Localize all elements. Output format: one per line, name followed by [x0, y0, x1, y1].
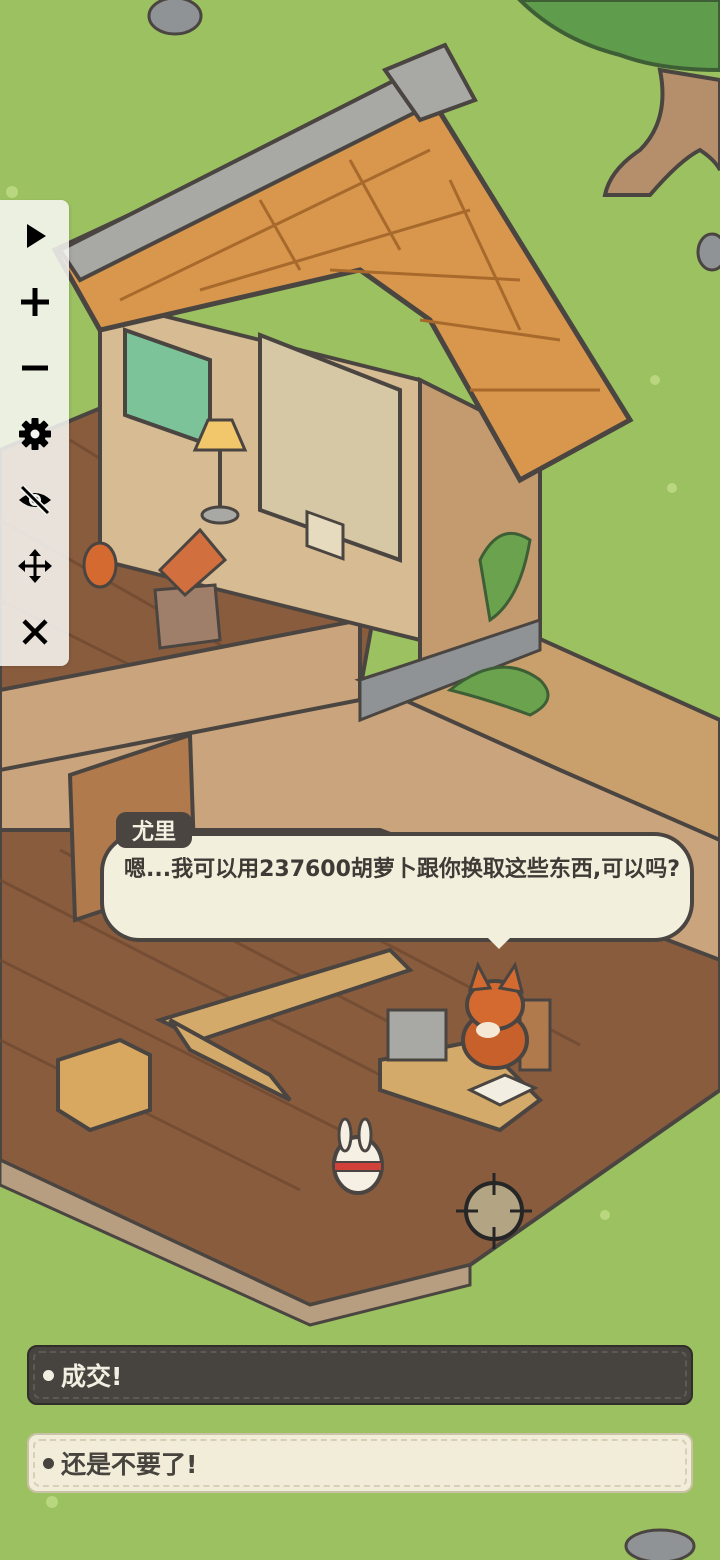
move-button[interactable]	[0, 536, 69, 596]
close-icon	[21, 619, 48, 645]
accept-choice-button[interactable]: 成交!	[27, 1345, 693, 1405]
hide-ui-button[interactable]	[0, 470, 69, 530]
play-button[interactable]	[0, 206, 69, 266]
eye-slash-icon	[18, 484, 51, 516]
fox-shopkeeper	[461, 961, 529, 1070]
minus-icon	[21, 365, 48, 371]
game-scene	[0, 0, 720, 1560]
accept-choice-label: 成交!	[61, 1362, 123, 1391]
zoom-out-button[interactable]	[0, 338, 69, 398]
small-fox-figurine	[82, 541, 118, 589]
play-icon	[26, 224, 46, 248]
plus-icon	[20, 288, 49, 316]
bullet-dot	[43, 1457, 54, 1469]
decline-choice-label: 还是不要了!	[61, 1450, 198, 1479]
dialogue-text: 嗯...我可以用237600胡萝卜跟你换取这些东西,可以吗?	[124, 857, 681, 882]
floating-toolbar	[0, 200, 69, 666]
choice-dashed-border	[33, 1351, 687, 1399]
move-icon	[17, 549, 52, 583]
dialogue-bubble-tail	[487, 937, 511, 949]
close-button[interactable]	[0, 602, 69, 662]
dialogue-bubble	[100, 832, 694, 942]
zoom-in-button[interactable]	[0, 272, 69, 332]
gear-icon	[18, 418, 51, 450]
bullet-dot	[43, 1369, 54, 1381]
decline-choice-button[interactable]: 还是不要了!	[27, 1433, 693, 1493]
settings-button[interactable]	[0, 404, 69, 464]
speaker-name: 尤里	[116, 812, 192, 848]
